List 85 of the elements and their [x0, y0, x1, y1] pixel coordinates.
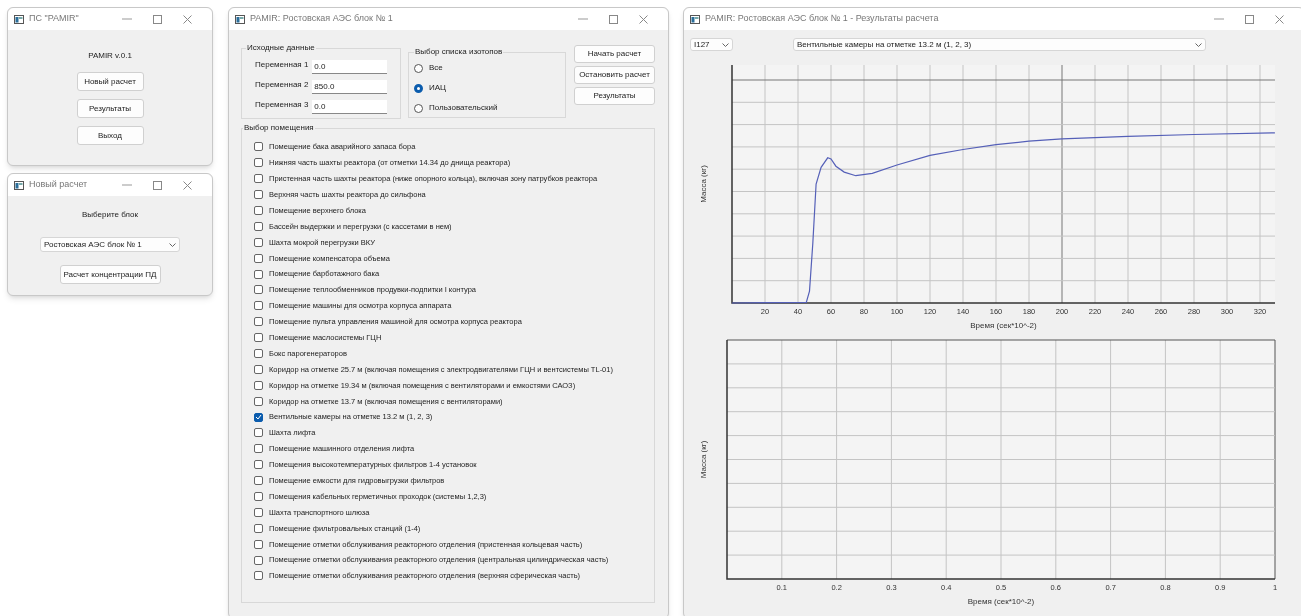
app-icon [235, 14, 245, 24]
checkbox[interactable] [254, 428, 263, 438]
version-label: PAMIR v.0.1 [88, 50, 132, 62]
checkbox[interactable] [254, 142, 263, 152]
radio-button[interactable] [414, 103, 423, 113]
field-label: Переменная 3 [255, 99, 309, 111]
checkbox[interactable] [254, 190, 263, 200]
chevron-down-icon [722, 42, 729, 47]
close-icon [182, 180, 192, 190]
checkbox[interactable] [254, 317, 263, 327]
select-value: I127 [694, 38, 711, 51]
minimize-icon [122, 18, 132, 20]
app-icon [690, 14, 700, 24]
checkbox[interactable] [254, 476, 263, 486]
radio-label: ИАЦ [429, 82, 446, 94]
axis-title: Время (сек*10^-2) [970, 321, 1037, 330]
field-label: Переменная 2 [255, 79, 309, 91]
push-button[interactable]: Новый расчет [76, 72, 144, 91]
input-field[interactable]: 0.0 [312, 60, 388, 74]
close-icon [1274, 14, 1284, 24]
block-dropdown[interactable]: Ростовская АЭС блок № 1 [40, 237, 180, 252]
checkbox[interactable] [254, 253, 263, 263]
radio-label: Пользовательский [429, 102, 498, 114]
radio-label: Все [429, 62, 443, 74]
checkbox[interactable] [254, 237, 263, 247]
checkbox[interactable] [254, 349, 263, 358]
checkbox[interactable] [254, 460, 263, 470]
push-button[interactable]: Результаты [76, 99, 144, 118]
minimize-icon [1214, 18, 1224, 20]
close-icon [182, 14, 192, 24]
radio-button[interactable] [414, 83, 423, 93]
window-title: ПС "PAMIR" [29, 12, 79, 26]
input-field[interactable]: 850.0 [312, 80, 388, 94]
checkbox[interactable] [254, 269, 263, 279]
chevron-down-icon [169, 242, 176, 247]
maximize-icon [152, 180, 162, 190]
window-title: PAMIR: Ростовская АЭС блок № 1 - Результаты расчета [705, 12, 939, 26]
app-icon [14, 180, 24, 190]
checkbox[interactable] [254, 301, 263, 311]
push-button[interactable]: Начать расчет [574, 45, 655, 63]
checkbox[interactable] [254, 285, 263, 295]
checkbox[interactable] [254, 539, 263, 549]
checkbox[interactable] [254, 396, 263, 406]
group-title: Выбор помещения [243, 122, 315, 134]
maximize-icon [1244, 14, 1254, 24]
select-value: Вентильные камеры на отметке 13.2 м (1, 2, 3) [797, 38, 973, 51]
group-title: Выбор списка изотопов [414, 46, 504, 58]
checkbox[interactable] [254, 412, 263, 422]
axis-title: Масса (кг) [699, 165, 708, 203]
maximize-icon [152, 14, 162, 24]
app-icon [14, 14, 24, 24]
push-button[interactable]: Расчет концентрации ПД [59, 265, 161, 284]
close-icon [638, 14, 648, 24]
checkbox[interactable] [254, 444, 263, 454]
checkbox[interactable] [254, 571, 263, 581]
checkbox[interactable] [254, 206, 263, 215]
axis-title: Масса (кг) [699, 440, 708, 479]
checkbox[interactable] [254, 523, 263, 533]
push-button[interactable]: Выход [76, 126, 144, 145]
maximize-icon [608, 14, 618, 24]
checkbox[interactable] [254, 380, 263, 390]
checkbox[interactable] [254, 333, 263, 343]
checkbox[interactable] [254, 492, 263, 502]
minimize-icon [578, 18, 588, 20]
checkbox[interactable] [254, 158, 263, 168]
field-label: Переменная 1 [255, 59, 309, 71]
checkbox[interactable] [254, 555, 263, 565]
minimize-icon [122, 184, 132, 186]
select-value: Ростовская АЭС блок № 1 [44, 238, 143, 251]
group-title: Исходные данные [246, 42, 316, 54]
isotope-dropdown[interactable]: I127 [690, 38, 733, 51]
prompt-label: Выберите блок [81, 209, 139, 221]
checkbox[interactable] [254, 507, 263, 517]
window-title: Новый расчет [29, 178, 88, 192]
checkbox[interactable] [254, 364, 263, 374]
push-button[interactable]: Результаты [574, 87, 655, 105]
checkbox[interactable] [254, 174, 263, 184]
radio-button[interactable] [414, 63, 423, 73]
room-dropdown[interactable]: Вентильные камеры на отметке 13.2 м (1, 2, 3) [793, 38, 1206, 51]
axis-title: Время (сек*10^-2) [967, 597, 1035, 606]
chevron-down-icon [1195, 42, 1202, 47]
push-button[interactable]: Остановить расчет [574, 66, 655, 84]
input-field[interactable]: 0.0 [312, 100, 388, 114]
checkbox[interactable] [254, 221, 263, 231]
window-title: PAMIR: Ростовская АЭС блок № 1 [250, 12, 393, 26]
